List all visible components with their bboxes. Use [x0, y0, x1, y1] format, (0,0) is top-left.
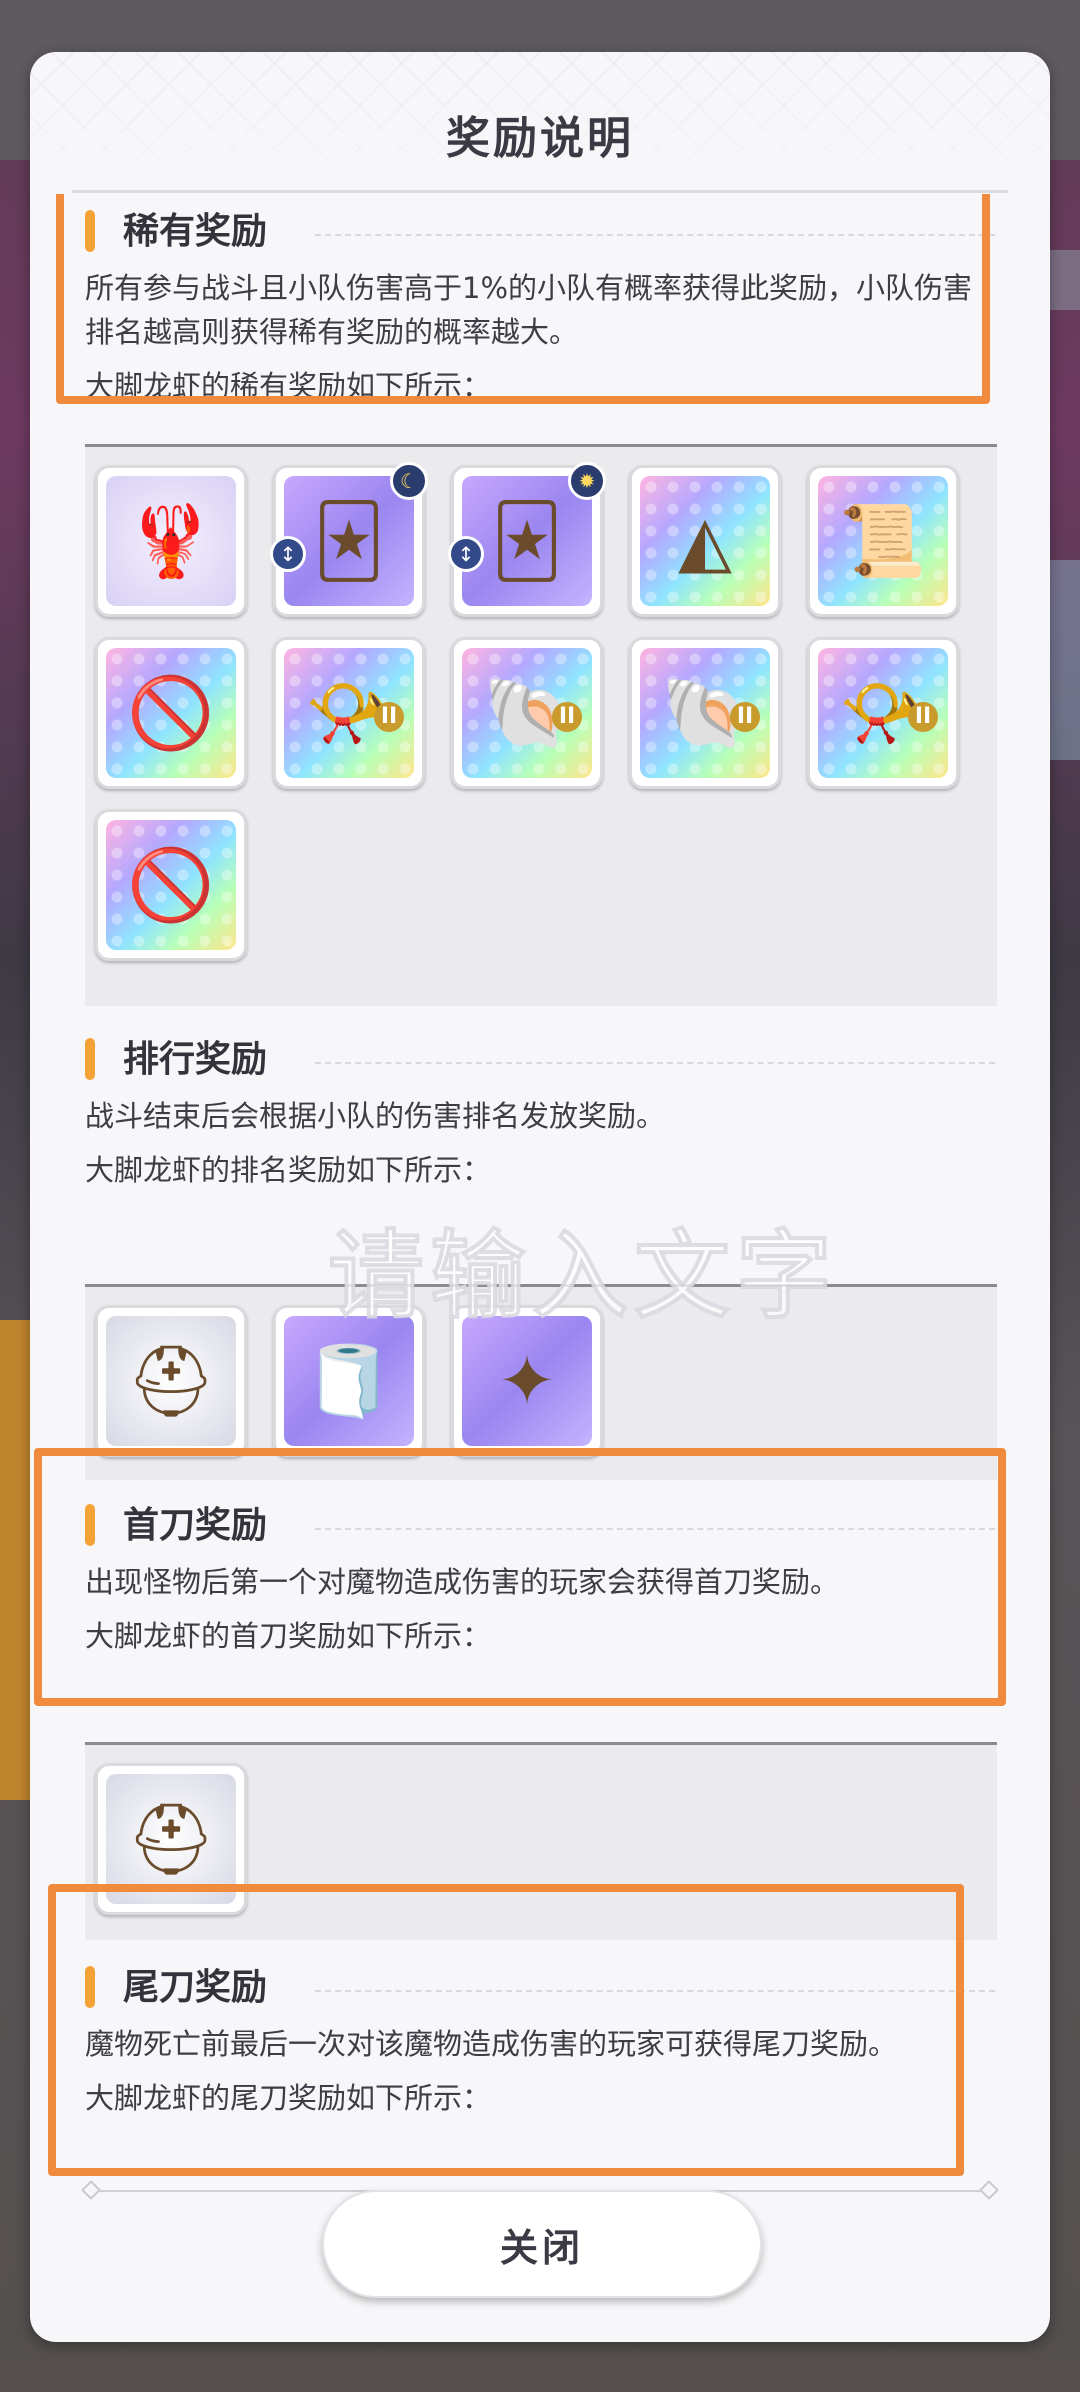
- tier-badge: II: [730, 702, 760, 732]
- tier-badge: II: [552, 702, 582, 732]
- reward-item-art: 🐚 II: [462, 648, 592, 778]
- section-accent-bar: [85, 1038, 95, 1080]
- section-title: 排行奖励: [123, 1039, 268, 1080]
- swap-arrows-icon: ↕: [270, 536, 306, 572]
- tier-badge: II: [908, 702, 938, 732]
- forbidden-item-icon: 🚫: [127, 671, 215, 754]
- reward-item[interactable]: 🚫: [95, 809, 247, 961]
- forbidden-item-icon: 🚫: [127, 843, 215, 926]
- reward-item[interactable]: 🦞: [95, 465, 247, 617]
- element-badge-icon: ✹: [568, 462, 606, 500]
- game-side-panel: [0, 1320, 32, 1800]
- element-badge-icon: ☾: [390, 462, 428, 500]
- reward-item[interactable]: 🐚 II: [629, 637, 781, 789]
- highlight-box-rare: [56, 194, 990, 404]
- reward-item[interactable]: ◭: [629, 465, 781, 617]
- tier-badge: II: [374, 702, 404, 732]
- title-divider: [72, 190, 1008, 193]
- swap-arrows-icon: ↕: [448, 536, 484, 572]
- reward-item[interactable]: 📯 II: [807, 637, 959, 789]
- reward-item[interactable]: 🚫: [95, 637, 247, 789]
- reward-scroll-area[interactable]: 稀有奖励 所有参与战斗且小队伤害高于1%的小队有概率获得此奖励，小队伤害排名越高…: [30, 194, 1050, 2184]
- lobster-portrait-icon: 🦞: [127, 499, 215, 582]
- close-button[interactable]: 关闭: [322, 2190, 762, 2298]
- reward-item[interactable]: 🐚 II: [451, 637, 603, 789]
- reward-item-art: 🚫: [106, 648, 236, 778]
- scroll-map-icon: 📜: [839, 499, 927, 582]
- highlight-box-first-hit: [34, 1448, 1006, 1706]
- dialog-title: 奖励说明: [446, 113, 634, 164]
- section-subtitle: 大脚龙虾的排名奖励如下所示：: [85, 1153, 492, 1187]
- reward-item-art: 📯 II: [284, 648, 414, 778]
- reward-item[interactable]: ⛑: [95, 1305, 247, 1457]
- reward-info-dialog: 奖励说明 稀有奖励 所有参与战斗且小队伤害高于1%的小队有概率获得此奖励，小队伤…: [30, 52, 1050, 2342]
- section-divider: [315, 1062, 995, 1064]
- reward-item[interactable]: 📜: [807, 465, 959, 617]
- reward-item[interactable]: 📯 II: [273, 637, 425, 789]
- reward-item[interactable]: 🃏 ↕ ✹: [448, 462, 606, 617]
- watermark-text: 请输入文字: [328, 1220, 838, 1333]
- crystal-triangle-icon: ◭: [678, 500, 732, 582]
- reward-item-art: 🦞: [106, 476, 236, 606]
- reward-item-art: ◭: [640, 476, 770, 606]
- character-card-icon: 🃏: [313, 500, 385, 582]
- helmet-medal-icon: ⛑: [126, 1339, 216, 1422]
- section-rank-rewards: 排行奖励 战斗结束后会根据小队的伤害排名发放奖励。 大脚龙虾的排名奖励如下所示：: [85, 1028, 995, 1192]
- reward-item-art: 🚫: [106, 820, 236, 950]
- section-description: 战斗结束后会根据小队的伤害排名发放奖励。: [85, 1099, 666, 1133]
- reward-item-art: 🐚 II: [640, 648, 770, 778]
- highlight-box-last-hit: [48, 1884, 964, 2176]
- reward-item-art: 🃏: [462, 476, 592, 606]
- character-card-icon: 🃏: [491, 500, 563, 582]
- reward-item[interactable]: 🃏 ↕ ☾: [270, 462, 428, 617]
- rare-reward-grid: 🦞 🃏 ↕ ☾ 🃏 ↕ ✹ ◭ 📜 🚫 📯 II 🐚 II 🐚 II 📯 II 🚫: [85, 444, 997, 1006]
- reward-item-art: ⛑: [106, 1316, 236, 1446]
- reward-item-art: 📯 II: [818, 648, 948, 778]
- reward-item-art: 📜: [818, 476, 948, 606]
- reward-item-art: 🃏: [284, 476, 414, 606]
